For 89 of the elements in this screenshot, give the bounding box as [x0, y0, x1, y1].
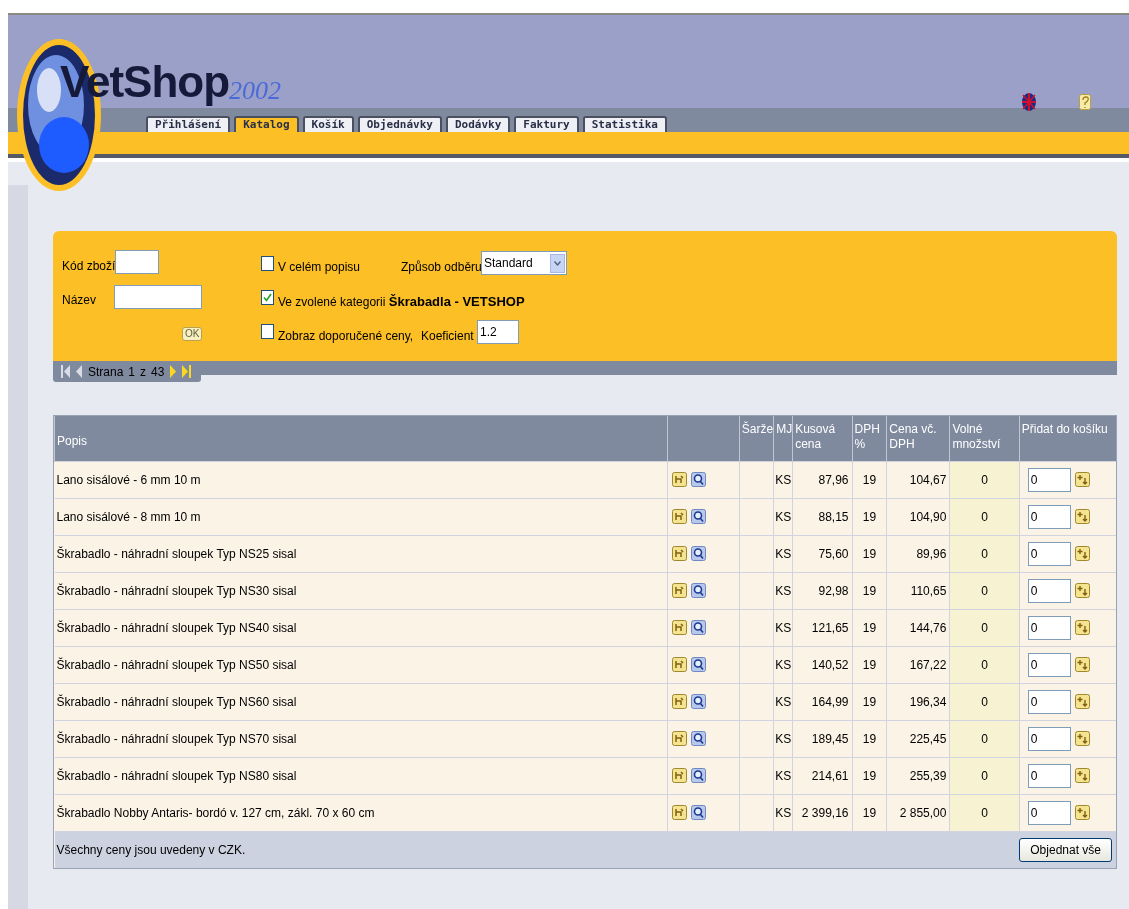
page-label: Strana	[88, 363, 124, 381]
table-cell: KS	[773, 720, 793, 757]
table-cell: KS	[773, 535, 793, 572]
category-label: Ve zvolené kategorii Škrabadla - VETSHOP	[278, 293, 525, 311]
nav-tab[interactable]: Košík	[302, 116, 354, 132]
table-cell: 0	[949, 609, 1020, 646]
table-cell: 0	[949, 646, 1020, 683]
page-total: 43	[151, 363, 165, 381]
table-cell: 0	[949, 757, 1020, 794]
nav-tab[interactable]: Katalog	[234, 116, 299, 132]
ok-button[interactable]: OK	[182, 327, 203, 341]
column-header: Cena vč. DPH	[886, 416, 950, 461]
table-cell: 0	[949, 535, 1020, 572]
nav-tab[interactable]: Statistika	[582, 116, 667, 132]
table-cell: 140,52	[792, 646, 853, 683]
product-name: Škrabadlo - náhradní sloupek Typ NS30 sisal	[54, 572, 668, 609]
table-cell: 19	[852, 757, 887, 794]
product-name: Škrabadlo - náhradní sloupek Typ NS60 sisal	[54, 683, 668, 720]
product-name: Škrabadlo Nobby Antaris- bordó v. 127 cm, zákl. 70 x 60 cm	[54, 794, 668, 831]
quantity-field[interactable]: 0	[1027, 578, 1071, 603]
table-cell: 0	[949, 683, 1020, 720]
quantity-field[interactable]: 0	[1027, 467, 1071, 492]
quantity-field[interactable]: 0	[1027, 763, 1071, 788]
quantity-field[interactable]: 0	[1027, 504, 1071, 529]
table-cell: 19	[852, 683, 887, 720]
quantity-field[interactable]: 0	[1027, 689, 1071, 714]
logo-year: 2002	[229, 78, 282, 104]
table-cell: 164,99	[792, 683, 853, 720]
table-cell: 92,98	[792, 572, 853, 609]
table-cell: KS	[773, 498, 793, 535]
product-name: Lano sisálové - 8 mm 10 m	[54, 498, 668, 535]
product-name: Škrabadlo - náhradní sloupek Typ NS40 sisal	[54, 609, 668, 646]
table-cell: 19	[852, 535, 887, 572]
field-label: Koeficient	[421, 328, 474, 345]
column-header: Kusová cena	[792, 416, 853, 461]
table-cell: 19	[852, 646, 887, 683]
table-cell: 0	[949, 572, 1020, 609]
nav-tab[interactable]: Faktury	[514, 116, 579, 132]
quantity-field[interactable]: 0	[1027, 652, 1071, 677]
column-header: Volné množství	[949, 416, 1020, 461]
table-cell: 0	[949, 794, 1020, 831]
table-cell: 19	[852, 609, 887, 646]
table-cell: KS	[773, 609, 793, 646]
field-label: Způsob odběru	[401, 259, 482, 276]
field-label: Zobraz doporučené ceny,	[278, 328, 414, 345]
coefficient-field[interactable]: 1.2	[477, 320, 519, 344]
column-header: MJ	[773, 416, 793, 461]
table-cell: 0	[949, 461, 1020, 498]
quantity-field[interactable]: 0	[1027, 541, 1071, 566]
nav-tab[interactable]: Objednávky	[357, 116, 442, 132]
page-number: 1	[128, 363, 136, 381]
page-of: z	[140, 363, 147, 381]
nav-tab[interactable]: Přihlášení	[146, 116, 231, 132]
column-header: Přidat do košíku	[1019, 416, 1116, 461]
product-name: Škrabadlo - náhradní sloupek Typ NS25 sisal	[54, 535, 668, 572]
table-cell: 75,60	[792, 535, 853, 572]
nav-tab[interactable]: Dodávky	[445, 116, 511, 132]
product-name: Škrabadlo - náhradní sloupek Typ NS50 sisal	[54, 646, 668, 683]
field-label: Kód zboží	[62, 258, 116, 275]
table-cell: 19	[852, 498, 887, 535]
table-cell: KS	[773, 461, 793, 498]
column-header: DPH %	[852, 416, 887, 461]
table-cell: 19	[852, 572, 887, 609]
table-cell: KS	[773, 646, 793, 683]
product-name: Škrabadlo - náhradní sloupek Typ NS70 sisal	[54, 720, 668, 757]
footer-note: Všechny ceny jsou uvedeny v CZK.	[54, 831, 1020, 868]
table-cell: KS	[773, 572, 793, 609]
order-all-button[interactable]: Objednat vše	[1019, 837, 1112, 862]
quantity-field[interactable]: 0	[1027, 726, 1071, 751]
table-cell: 19	[852, 461, 887, 498]
method-dropdown[interactable]: Standard	[481, 251, 567, 275]
column-header: Popis	[54, 416, 668, 461]
table-cell: KS	[773, 757, 793, 794]
table-cell: 0	[949, 720, 1020, 757]
table-cell: 19	[852, 720, 887, 757]
table-cell: 0	[949, 498, 1020, 535]
quantity-field[interactable]: 0	[1027, 800, 1071, 825]
table-cell: 189,45	[792, 720, 853, 757]
product-name: Škrabadlo - náhradní sloupek Typ NS80 sisal	[54, 757, 668, 794]
table-cell: 87,96	[792, 461, 853, 498]
field-label: Název	[62, 292, 96, 309]
field-label: V celém popisu	[278, 259, 361, 276]
table-cell: 214,61	[792, 757, 853, 794]
product-name: Lano sisálové - 6 mm 10 m	[54, 461, 668, 498]
table-cell: 88,15	[792, 498, 853, 535]
table-cell: 121,65	[792, 609, 853, 646]
column-header: Šarže	[739, 416, 774, 461]
quantity-field[interactable]: 0	[1027, 615, 1071, 640]
table-cell: KS	[773, 683, 793, 720]
